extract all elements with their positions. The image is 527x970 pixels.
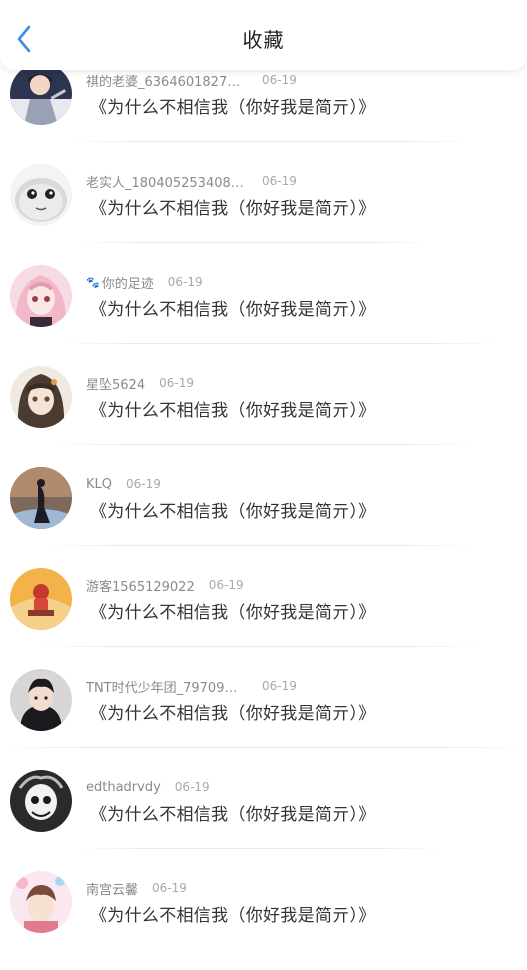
list-item[interactable]: TNT时代少年团_79709… 06-19 《为什么不相信我（你好我是简亓）》 — [0, 667, 527, 768]
avatar — [10, 871, 72, 933]
username[interactable]: 祺的老婆_6364601827… — [86, 71, 248, 90]
item-meta: TNT时代少年团_79709… 06-19 — [86, 676, 297, 696]
divider — [80, 242, 430, 243]
page-title: 收藏 — [242, 28, 285, 52]
date-label: 06-19 — [262, 679, 297, 693]
avatar — [10, 770, 72, 832]
divider — [40, 646, 480, 647]
item-meta: 老实人_180405253408… 06-19 — [86, 171, 297, 191]
avatar — [10, 669, 72, 731]
list-item[interactable]: 游客1565129022 06-19 《为什么不相信我（你好我是简亓）》 — [0, 566, 527, 667]
date-label: 06-19 — [262, 174, 297, 188]
avatar — [10, 164, 72, 226]
username[interactable]: TNT时代少年团_79709… — [86, 677, 248, 696]
username[interactable]: 老实人_180405253408… — [86, 172, 248, 191]
item-meta: 星坠5624 06-19 — [86, 373, 194, 393]
avatar — [10, 467, 72, 529]
item-meta: 南宫云馨 06-19 — [86, 878, 187, 898]
username[interactable]: KLQ — [86, 477, 112, 492]
favorites-list: 祺的老婆_6364601827… 06-19 《为什么不相信我（你好我是简亓）》… — [0, 61, 527, 970]
date-label: 06-19 — [167, 275, 203, 289]
list-item[interactable]: 祺的老婆_6364601827… 06-19 《为什么不相信我（你好我是简亓）》 — [0, 61, 527, 162]
avatar — [10, 265, 72, 327]
item-meta: 🐾 你的足迹 06-19 — [86, 272, 203, 292]
divider — [45, 545, 475, 546]
paw-icon: 🐾 — [86, 275, 100, 289]
avatar — [10, 63, 72, 125]
song-title[interactable]: 《为什么不相信我（你好我是简亓）》 — [90, 699, 376, 724]
song-title[interactable]: 《为什么不相信我（你好我是简亓）》 — [90, 598, 376, 623]
username[interactable]: 星坠5624 — [86, 374, 145, 393]
username[interactable]: 你的足迹 — [102, 273, 154, 292]
divider — [55, 444, 475, 445]
date-label: 06-19 — [159, 376, 194, 390]
date-label: 06-19 — [262, 73, 297, 87]
date-label: 06-19 — [174, 780, 210, 794]
item-meta: edthadrvdy 06-19 — [86, 777, 210, 797]
list-item[interactable]: 南宫云馨 06-19 《为什么不相信我（你好我是简亓）》 — [0, 869, 527, 970]
app-header: 收藏 — [0, 0, 527, 70]
date-label: 06-19 — [208, 578, 244, 592]
song-title[interactable]: 《为什么不相信我（你好我是简亓）》 — [90, 93, 376, 118]
divider — [60, 343, 500, 344]
song-title[interactable]: 《为什么不相信我（你好我是简亓）》 — [90, 194, 376, 219]
username[interactable]: edthadrvdy — [86, 780, 161, 795]
song-title[interactable]: 《为什么不相信我（你好我是简亓）》 — [90, 901, 376, 926]
avatar — [10, 366, 72, 428]
username[interactable]: 南宫云馨 — [86, 879, 138, 898]
date-label: 06-19 — [152, 881, 187, 895]
list-item[interactable]: 星坠5624 06-19 《为什么不相信我（你好我是简亓）》 — [0, 364, 527, 465]
item-meta: KLQ 06-19 — [86, 474, 161, 494]
song-title[interactable]: 《为什么不相信我（你好我是简亓）》 — [90, 497, 376, 522]
song-title[interactable]: 《为什么不相信我（你好我是简亓）》 — [90, 295, 376, 320]
item-meta: 祺的老婆_6364601827… 06-19 — [86, 70, 297, 90]
avatar — [10, 568, 72, 630]
divider — [70, 141, 470, 142]
song-title[interactable]: 《为什么不相信我（你好我是简亓）》 — [90, 396, 376, 421]
date-label: 06-19 — [126, 477, 161, 491]
song-title[interactable]: 《为什么不相信我（你好我是简亓）》 — [90, 800, 376, 825]
item-meta: 游客1565129022 06-19 — [86, 575, 244, 595]
divider — [0, 747, 527, 748]
list-item[interactable]: 老实人_180405253408… 06-19 《为什么不相信我（你好我是简亓）… — [0, 162, 527, 263]
list-item[interactable]: KLQ 06-19 《为什么不相信我（你好我是简亓）》 — [0, 465, 527, 566]
list-item[interactable]: edthadrvdy 06-19 《为什么不相信我（你好我是简亓）》 — [0, 768, 527, 869]
list-item[interactable]: 🐾 你的足迹 06-19 《为什么不相信我（你好我是简亓）》 — [0, 263, 527, 364]
username[interactable]: 游客1565129022 — [86, 576, 195, 595]
divider — [80, 848, 440, 849]
